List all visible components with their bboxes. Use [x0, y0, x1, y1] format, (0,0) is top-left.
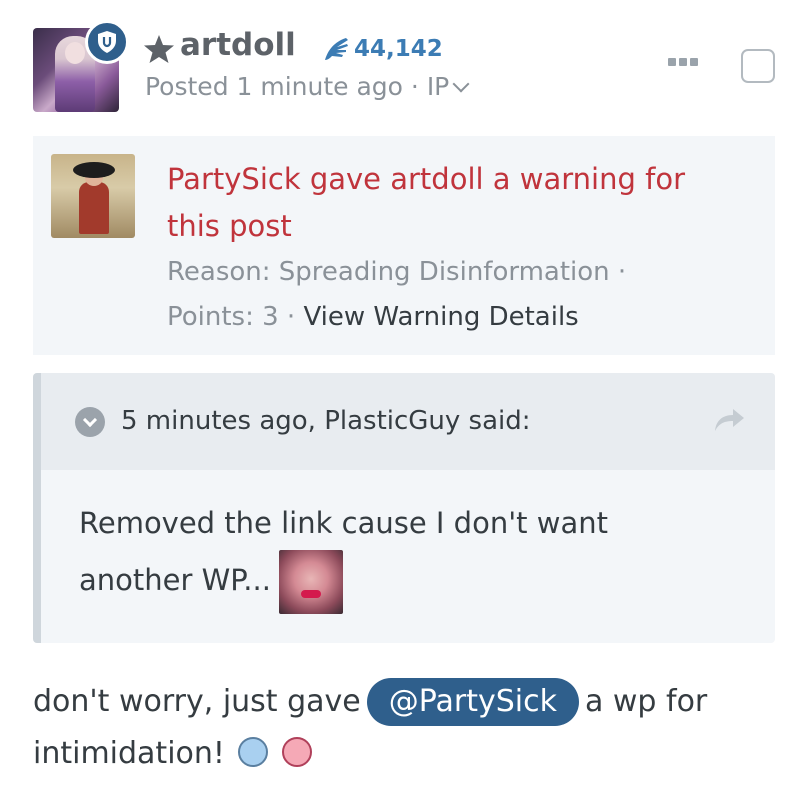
reputation-count[interactable]: 44,142	[354, 36, 443, 62]
post-meta: Posted 1 minute ago · IP	[145, 72, 470, 101]
star-icon	[144, 35, 174, 63]
warning-points-value: Points: 3	[167, 302, 279, 332]
lipstick-emoji-image	[278, 550, 343, 614]
post-select-checkbox[interactable]	[741, 49, 775, 83]
author-username[interactable]: artdoll	[180, 27, 296, 63]
warning-points: Points: 3 · View Warning Details	[167, 302, 579, 332]
quote-citation[interactable]: 5 minutes ago, PlasticGuy said:	[121, 406, 531, 436]
smile-icon	[238, 736, 269, 767]
mention-partysick[interactable]: @PartySick	[366, 678, 579, 726]
warning-reason: Reason: Spreading Disinformation ·	[167, 257, 627, 287]
more-options-icon[interactable]	[668, 58, 698, 66]
warning-title: PartySick gave artdoll a warning for thi…	[167, 162, 685, 243]
quote-toggle-icon[interactable]	[75, 407, 105, 437]
quote-text: Removed the link cause I don't want anot…	[79, 506, 608, 597]
quote-header: 5 minutes ago, PlasticGuy said:	[41, 373, 775, 470]
quote-body: Removed the link cause I don't want anot…	[79, 497, 689, 614]
reputation-hand-icon	[325, 38, 348, 60]
moderator-avatar[interactable]	[51, 154, 135, 238]
reply-text-before: don't worry, just gave	[33, 684, 361, 719]
kiss-icon	[282, 736, 313, 767]
warning-notice: PartySick gave artdoll a warning for thi…	[33, 136, 775, 355]
shield-icon	[85, 20, 129, 64]
post-content: don't worry, just gave @PartySick a wp for…	[33, 676, 773, 780]
view-warning-details-link[interactable]: View Warning Details	[303, 302, 578, 332]
ip-dropdown[interactable]: IP	[427, 72, 449, 101]
share-arrow-icon[interactable]	[713, 407, 745, 433]
post-timestamp[interactable]: Posted 1 minute ago	[145, 72, 403, 101]
quote-block: 5 minutes ago, PlasticGuy said: Removed …	[33, 373, 775, 643]
chevron-down-icon[interactable]	[452, 75, 470, 93]
